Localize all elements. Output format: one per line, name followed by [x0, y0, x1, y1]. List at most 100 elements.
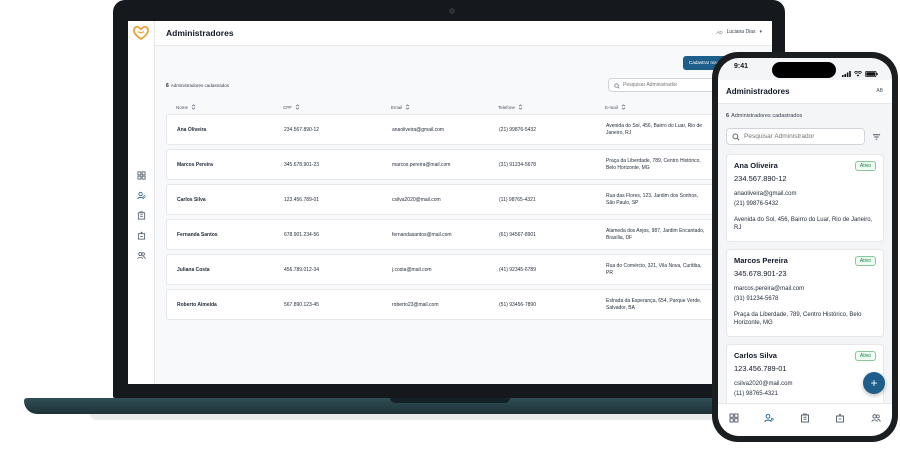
row-name: Juliana Costa — [177, 267, 210, 273]
card-phone: (21) 99876-5432 — [734, 201, 779, 207]
users-icon[interactable] — [135, 249, 147, 261]
user-menu[interactable]: AD Luciana Dias ▾ — [716, 29, 762, 35]
mobile-header: Administradores AB — [718, 80, 892, 104]
search-icon — [732, 128, 740, 146]
dashboard-icon[interactable] — [135, 169, 147, 181]
search-input[interactable] — [623, 82, 723, 88]
status-badge: Ativo — [854, 351, 876, 361]
user-initials: AD — [716, 29, 723, 35]
status-time: 9:41 — [734, 63, 749, 70]
building-icon[interactable] — [135, 209, 147, 221]
row-address: Avenida do Sol, 456, Bairro do Luar, Rio… — [606, 123, 703, 136]
dashboard-icon[interactable] — [728, 412, 740, 424]
row-name: Marcos Pereira — [177, 162, 213, 168]
admin-count-number: 6 — [166, 83, 169, 89]
row-cpf: 123.456.789-01 — [284, 197, 320, 203]
status-badge: Ativo — [854, 256, 876, 266]
table-row[interactable]: Juliana Costa 456.789.012-34 j.costa@mai… — [166, 254, 772, 285]
laptop-notch — [390, 398, 510, 403]
admin-card[interactable]: Ana Oliveira Ativo 234.567.890-12 anaoli… — [726, 154, 884, 242]
table-row[interactable]: Marcos Pereira 345.678.901-23 marcos.per… — [166, 149, 772, 180]
search-box[interactable] — [608, 78, 728, 92]
column-label: Nome — [176, 105, 189, 110]
hospital-icon[interactable] — [834, 412, 846, 424]
row-phone: (41) 92345-6789 — [499, 267, 536, 273]
desktop-app: Administradores AD Luciana Dias ▾ Cadast… — [128, 21, 772, 384]
search-icon — [614, 76, 620, 94]
row-name: Ana Oliveira — [177, 127, 207, 133]
row-name: Carlos Silva — [177, 197, 206, 203]
row-email: anaoliveira@gmail.com — [392, 127, 445, 133]
card-email: anaoliveira@gmail.com — [734, 191, 797, 197]
row-name: Fernanda Santos — [177, 232, 218, 238]
search-box[interactable] — [726, 128, 865, 145]
top-header: Administradores AD Luciana Dias ▾ — [155, 21, 772, 46]
sort-icon — [191, 104, 196, 111]
card-email: csilva2020@mail.com — [734, 381, 793, 387]
sort-icon — [518, 104, 523, 111]
sort-icon — [295, 104, 300, 111]
building-icon[interactable] — [799, 412, 811, 424]
filter-icon[interactable] — [869, 130, 883, 144]
status-badge: Ativo — [854, 161, 876, 171]
hospital-icon[interactable] — [135, 229, 147, 241]
admin-card[interactable]: Marcos Pereira Ativo 345.678.901-23 marc… — [726, 249, 884, 337]
card-cpf: 123.456.789-01 — [734, 364, 787, 373]
column-header-email[interactable]: Email — [391, 104, 410, 111]
row-address: Praça da Liberdade, 789, Centro Históric… — [606, 158, 701, 171]
admin-user-icon[interactable] — [763, 412, 775, 424]
row-address: Alameda dos Anjos, 987, Jardim Encantado… — [606, 228, 705, 241]
card-phone: (31) 91234-5678 — [734, 296, 779, 302]
row-email: roberto23@mail.com — [392, 302, 439, 308]
laptop-camera — [449, 8, 455, 14]
mockup-stage: Administradores AD Luciana Dias ▾ Cadast… — [0, 0, 900, 453]
admin-user-icon[interactable] — [135, 189, 147, 201]
search-input[interactable] — [744, 133, 859, 140]
table-row[interactable]: Fernanda Santos 678.901.234-56 fernandas… — [166, 219, 772, 250]
column-label: Telefone — [498, 105, 516, 110]
row-cpf: 234.567.890-12 — [284, 127, 320, 133]
table-row[interactable]: Carlos Silva 123.456.789-01 csilva2020@m… — [166, 184, 772, 215]
column-header-phone[interactable]: Telefone — [498, 104, 523, 111]
admin-count: 6 Administradores cadastrados — [166, 83, 229, 89]
card-cpf: 234.567.890-12 — [734, 174, 787, 183]
user-initials[interactable]: AB — [876, 88, 883, 94]
row-email: csilva2020@mail.com — [392, 197, 441, 203]
row-phone: (61) 94567-8901 — [499, 232, 536, 238]
row-phone: (51) 93456-7890 — [499, 302, 536, 308]
row-address: Rua das Flores, 123, Jardim dos Sonhos, … — [606, 193, 698, 206]
table-row[interactable]: Ana Oliveira 234.567.890-12 anaoliveira@… — [166, 114, 772, 145]
row-cpf: 345.678.901-23 — [284, 162, 320, 168]
column-label: Email — [391, 105, 403, 110]
column-label: CPF — [283, 105, 292, 110]
card-cpf: 345.678.901-23 — [734, 269, 787, 278]
row-phone: (31) 91234-5678 — [499, 162, 536, 168]
column-header-name[interactable]: Nome — [176, 104, 196, 111]
column-header-cpf[interactable]: CPF — [283, 104, 300, 111]
admin-count: 6 Administradores cadastrados — [726, 113, 802, 119]
row-cpf: 456.789.012-34 — [284, 267, 320, 273]
bottom-nav — [718, 403, 892, 436]
sort-icon — [405, 104, 410, 111]
row-name: Roberto Almeida — [177, 302, 217, 308]
heart-logo-icon[interactable] — [132, 25, 150, 41]
page-title: Administradores — [726, 87, 790, 96]
mobile-app: 9:41 Administradores AB 6 Administradores… — [718, 58, 892, 436]
row-email: fernandasantos@mail.com — [392, 232, 452, 238]
admin-count-number: 6 — [726, 113, 730, 119]
card-name: Ana Oliveira — [734, 161, 778, 170]
column-header-address[interactable]: E-mail — [605, 104, 626, 111]
row-phone: (11) 98765-4321 — [499, 197, 536, 203]
row-cpf: 567.890.123-45 — [284, 302, 320, 308]
card-email: marcos.pereira@mail.com — [734, 286, 805, 292]
sidebar — [128, 21, 155, 384]
table-row[interactable]: Roberto Almeida 567.890.123-45 roberto23… — [166, 289, 772, 320]
user-name: Luciana Dias — [726, 29, 756, 35]
users-icon[interactable] — [870, 412, 882, 424]
sort-icon — [621, 104, 626, 111]
row-phone: (21) 99876-5432 — [499, 127, 536, 133]
card-address: Avenida do Sol, 456, Bairro do Luar, Rio… — [734, 217, 873, 231]
add-admin-button[interactable]: + — [863, 372, 885, 394]
card-phone: (11) 98765-4321 — [734, 391, 778, 397]
column-label: E-mail — [605, 105, 618, 110]
